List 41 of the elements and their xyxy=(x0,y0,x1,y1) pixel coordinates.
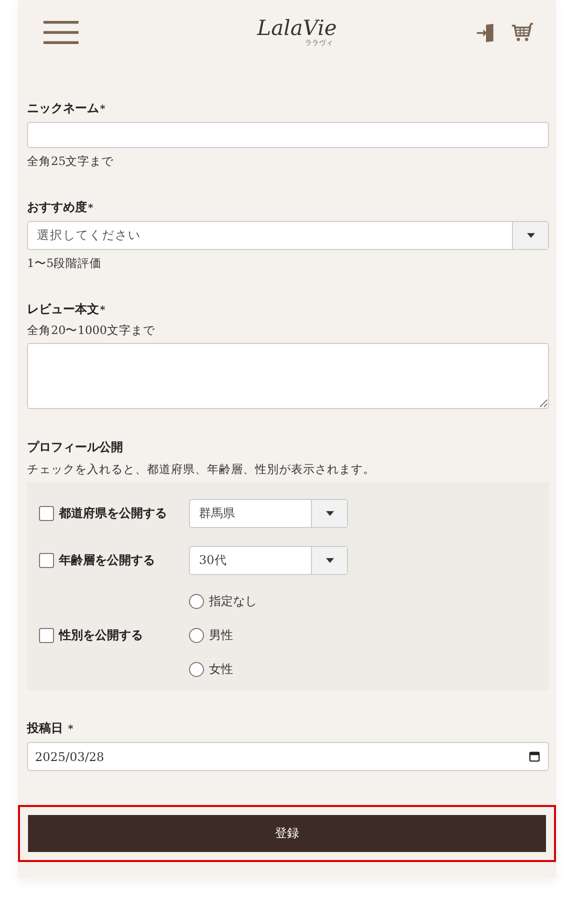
field-label: 投稿日 xyxy=(27,720,63,736)
section-description: チェックを入れると、都道府県、年齢層、性別が表示されます。 xyxy=(27,462,376,477)
checkbox-label[interactable]: 性別を公開する xyxy=(59,627,143,644)
field-hint: 全角20〜1000文字まで xyxy=(27,323,156,338)
field-hint: 1〜5段階評価 xyxy=(27,256,103,271)
rating-select[interactable]: 選択してください xyxy=(27,221,549,250)
field-label: おすすめ度 xyxy=(27,199,87,215)
dropdown-select[interactable]: 30代 xyxy=(189,546,348,575)
cart-icon[interactable] xyxy=(511,22,533,44)
checkbox-label[interactable]: 年齢層を公開する xyxy=(59,552,155,569)
nickname-input[interactable] xyxy=(27,122,549,148)
required-mark: * xyxy=(100,103,106,117)
caret-icon xyxy=(526,233,534,238)
radio-label[interactable]: 女性 xyxy=(209,661,233,678)
field-hint: 全角25文字まで xyxy=(27,154,115,169)
radio-label[interactable]: 指定なし xyxy=(209,593,257,610)
dropdown-button[interactable] xyxy=(311,500,347,527)
caret-icon xyxy=(326,511,334,516)
caret-icon xyxy=(326,558,334,563)
dropdown-button[interactable] xyxy=(512,222,548,249)
checkbox[interactable] xyxy=(39,628,54,643)
required-mark: * xyxy=(100,304,106,318)
calendar-icon[interactable] xyxy=(529,751,540,762)
field-label: レビュー本文 xyxy=(27,301,99,317)
required-mark: * xyxy=(88,202,94,216)
field-label: ニックネーム xyxy=(27,100,99,116)
submit-button[interactable]: 登録 xyxy=(28,815,546,852)
radio-label[interactable]: 男性 xyxy=(209,627,233,644)
dropdown-button[interactable] xyxy=(311,547,347,574)
dropdown-select[interactable]: 群馬県 xyxy=(189,499,348,528)
radio-button[interactable] xyxy=(189,662,204,677)
checkbox[interactable] xyxy=(39,506,54,521)
menu-icon[interactable] xyxy=(43,20,79,44)
radio-button[interactable] xyxy=(189,628,204,643)
date-field[interactable]: 2025/03/28 xyxy=(27,742,549,771)
radio-button[interactable] xyxy=(189,594,204,609)
section-title: プロフィール公開 xyxy=(27,439,123,455)
required-mark: * xyxy=(68,723,74,737)
checkbox[interactable] xyxy=(39,553,54,568)
logo-text[interactable]: LalaVie xyxy=(257,18,337,40)
checkbox-label[interactable]: 都道府県を公開する xyxy=(59,505,167,522)
